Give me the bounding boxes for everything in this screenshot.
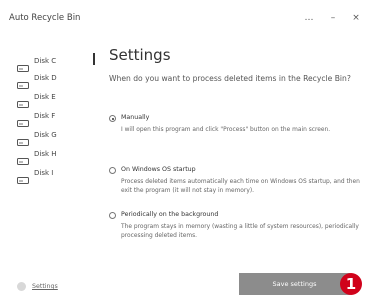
- drive-icon: [17, 150, 29, 165]
- sidebar-item-disk-f[interactable]: Disk F: [17, 110, 56, 127]
- sidebar-item-disk-i[interactable]: Disk I: [17, 167, 54, 184]
- option-description: Process deleted items automatically each…: [121, 179, 360, 194]
- ellipsis-icon[interactable]: …: [302, 11, 316, 25]
- drive-icon: [17, 169, 29, 184]
- radio-windows-startup[interactable]: [109, 167, 116, 174]
- settings-question: When do you want to process deleted item…: [109, 74, 351, 83]
- disk-label: Disk C: [34, 57, 57, 65]
- page-title: Settings: [109, 46, 171, 64]
- settings-link-label[interactable]: Settings: [32, 283, 58, 290]
- disk-label: Disk E: [34, 93, 56, 101]
- option-label[interactable]: On Windows OS startup: [121, 166, 196, 173]
- disk-label: Disk I: [34, 169, 54, 177]
- radio-manually[interactable]: [109, 115, 116, 122]
- radio-periodically[interactable]: [109, 212, 116, 219]
- step-number-badge: 1: [340, 273, 362, 295]
- option-description: The program stays in memory (wasting a l…: [121, 224, 359, 239]
- save-settings-button[interactable]: Save settings: [239, 273, 350, 295]
- app-window: Auto Recycle Bin … – × Disk C Disk D Dis…: [0, 0, 369, 308]
- disk-sidebar: Disk C Disk D Disk E Disk F Disk G Disk …: [0, 45, 95, 245]
- settings-link[interactable]: Settings: [17, 282, 58, 291]
- sidebar-item-disk-g[interactable]: Disk G: [17, 129, 57, 146]
- window-title: Auto Recycle Bin: [9, 13, 81, 23]
- minimize-button[interactable]: –: [326, 11, 340, 25]
- drive-icon: [17, 74, 29, 89]
- option-label[interactable]: Manually: [121, 114, 149, 121]
- settings-circle-icon: [17, 282, 26, 291]
- option-label[interactable]: Periodically on the background: [121, 211, 218, 218]
- drive-icon: [17, 93, 29, 108]
- drive-icon: [17, 57, 29, 72]
- disk-label: Disk G: [34, 131, 57, 139]
- drive-icon: [17, 131, 29, 146]
- disk-label: Disk F: [34, 112, 56, 120]
- disk-label: Disk D: [34, 74, 57, 82]
- option-description: I will open this program and click "Proc…: [121, 127, 331, 133]
- sidebar-item-disk-h[interactable]: Disk H: [17, 148, 57, 165]
- sidebar-item-disk-d[interactable]: Disk D: [17, 72, 57, 89]
- sidebar-item-disk-e[interactable]: Disk E: [17, 91, 56, 108]
- active-item-marker: [93, 53, 95, 65]
- disk-label: Disk H: [34, 150, 57, 158]
- title-bar: Auto Recycle Bin … – ×: [0, 0, 369, 40]
- sidebar-item-disk-c[interactable]: Disk C: [17, 55, 57, 72]
- close-button[interactable]: ×: [349, 11, 363, 25]
- drive-icon: [17, 112, 29, 127]
